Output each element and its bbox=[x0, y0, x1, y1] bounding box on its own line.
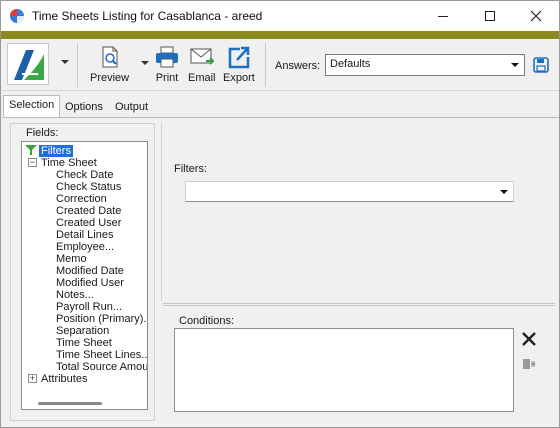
collapse-icon[interactable]: − bbox=[28, 158, 37, 167]
preview-label: Preview bbox=[90, 72, 130, 84]
tree-leaf[interactable]: Memo bbox=[56, 253, 87, 265]
tree-item-time-sheet[interactable]: Time Sheet bbox=[41, 157, 97, 169]
maximize-button[interactable] bbox=[467, 1, 513, 31]
preview-button[interactable]: Preview bbox=[90, 45, 129, 84]
tree-leaf[interactable]: Notes... bbox=[56, 289, 94, 301]
tab-options[interactable]: Options bbox=[59, 97, 109, 117]
email-icon bbox=[189, 45, 215, 69]
export-icon bbox=[226, 45, 252, 69]
answers-value: Defaults bbox=[330, 58, 371, 70]
answers-label: Answers: bbox=[275, 60, 321, 72]
tree-leaf[interactable]: Detail Lines bbox=[56, 229, 113, 241]
tree-leaf[interactable]: Modified Date bbox=[56, 265, 124, 277]
export-button[interactable]: Export bbox=[223, 45, 255, 84]
chevron-down-icon bbox=[511, 63, 519, 67]
conditions-list[interactable] bbox=[174, 328, 514, 412]
toolbar: Preview Print Email Export Answers: Defa… bbox=[1, 39, 559, 91]
minimize-icon bbox=[438, 15, 448, 17]
tree-item-filters[interactable]: Filters bbox=[39, 145, 73, 157]
condition-edit-button[interactable] bbox=[522, 357, 536, 371]
chevron-down-icon bbox=[500, 190, 508, 194]
fields-label: Fields: bbox=[25, 127, 60, 139]
panel-splitter[interactable] bbox=[163, 303, 555, 306]
accent-strip bbox=[1, 31, 559, 39]
delete-x-icon bbox=[522, 332, 536, 346]
tab-selection[interactable]: Selection bbox=[3, 95, 61, 117]
filter-funnel-icon bbox=[25, 145, 37, 155]
save-icon bbox=[533, 57, 549, 73]
toolbar-separator bbox=[265, 43, 266, 87]
save-answers-button[interactable] bbox=[533, 57, 549, 73]
minimize-button[interactable] bbox=[420, 1, 466, 31]
filters-select[interactable] bbox=[185, 181, 514, 202]
tree-leaf[interactable]: Position (Primary)... bbox=[56, 313, 147, 325]
app-logo-button[interactable] bbox=[7, 43, 49, 85]
window-title: Time Sheets Listing for Casablanca - are… bbox=[32, 9, 263, 23]
tree-leaf[interactable]: Time Sheet Lines... bbox=[56, 349, 147, 361]
tree-leaf[interactable]: Modified User bbox=[56, 277, 124, 289]
delete-condition-button[interactable] bbox=[521, 331, 537, 347]
printer-icon bbox=[154, 45, 180, 69]
email-label: Email bbox=[188, 72, 216, 84]
expand-icon[interactable]: + bbox=[28, 374, 37, 383]
tree-leaf[interactable]: Created Date bbox=[56, 205, 121, 217]
tree-leaf[interactable]: Separation bbox=[56, 325, 109, 337]
tree-leaf[interactable]: Time Sheet bbox=[56, 337, 112, 349]
email-button[interactable]: Email bbox=[188, 45, 216, 84]
tree-leaf[interactable]: Correction bbox=[56, 193, 107, 205]
toolbar-separator bbox=[77, 43, 78, 87]
tree-item-attributes[interactable]: Attributes bbox=[41, 373, 87, 385]
tree-leaf[interactable]: Created User bbox=[56, 217, 121, 229]
tree-leaf[interactable]: Check Date bbox=[56, 169, 113, 181]
report-window: Time Sheets Listing for Casablanca - are… bbox=[0, 0, 560, 428]
fields-tree[interactable]: Filters − Time Sheet Check Date Check St… bbox=[21, 141, 148, 410]
logo-dropdown-arrow[interactable] bbox=[61, 60, 69, 64]
filters-panel bbox=[161, 123, 555, 301]
conditions-label: Conditions: bbox=[179, 315, 235, 327]
answers-select[interactable]: Defaults bbox=[325, 54, 525, 76]
export-label: Export bbox=[223, 72, 255, 84]
print-button[interactable]: Print bbox=[154, 45, 180, 84]
tree-leaf[interactable]: Employee... bbox=[56, 241, 114, 253]
print-label: Print bbox=[155, 72, 179, 84]
tree-leaf[interactable]: Total Source Amou bbox=[56, 361, 147, 373]
close-button[interactable] bbox=[513, 1, 559, 31]
preview-icon bbox=[97, 45, 123, 69]
app-pie-icon bbox=[10, 9, 24, 23]
tab-output[interactable]: Output bbox=[109, 97, 154, 117]
horizontal-scrollbar[interactable] bbox=[38, 402, 102, 405]
filters-label: Filters: bbox=[174, 163, 207, 175]
maximize-icon bbox=[485, 11, 495, 21]
tree-leaf[interactable]: Check Status bbox=[56, 181, 121, 193]
preview-dropdown-arrow[interactable] bbox=[141, 61, 149, 65]
app-logo-icon bbox=[14, 50, 44, 80]
tree-leaf[interactable]: Payroll Run... bbox=[56, 301, 122, 313]
title-bar: Time Sheets Listing for Casablanca - are… bbox=[1, 1, 559, 31]
tab-panel-border bbox=[3, 117, 559, 118]
close-icon bbox=[530, 10, 542, 22]
grouping-icon bbox=[523, 359, 535, 369]
